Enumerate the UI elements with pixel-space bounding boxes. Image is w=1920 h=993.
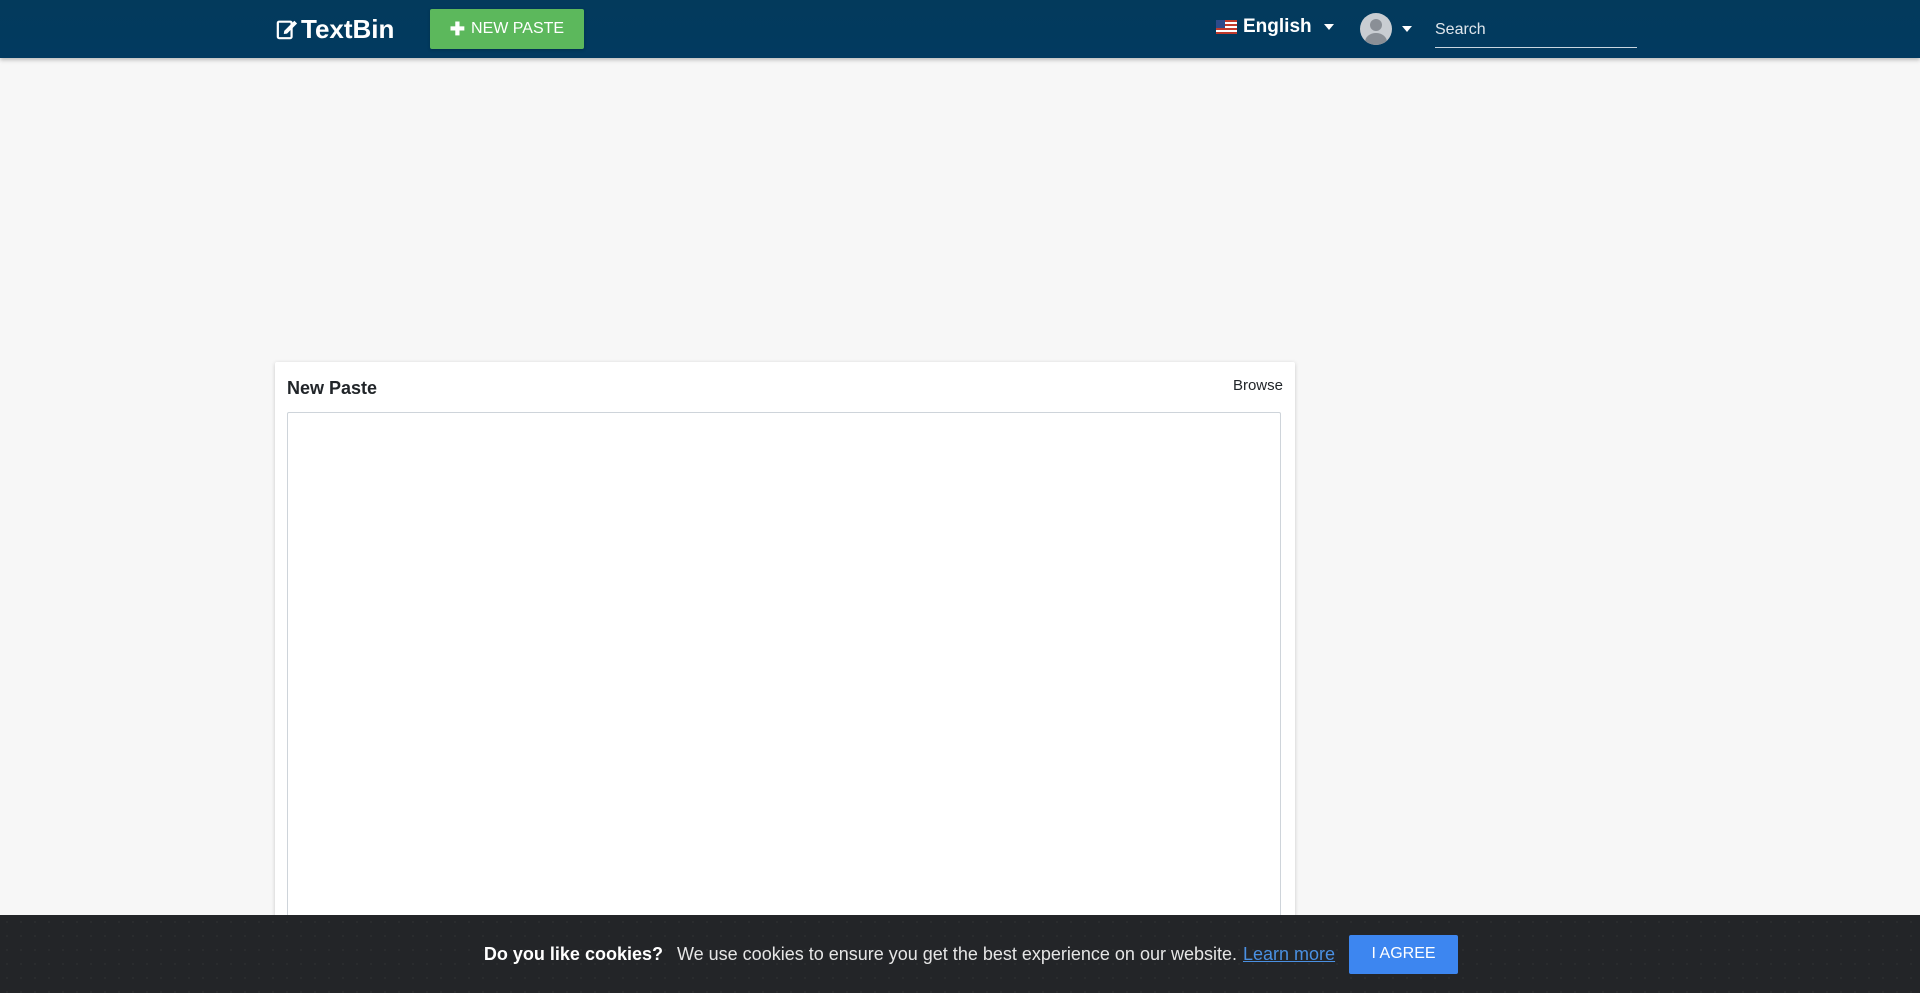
search-input[interactable] <box>1435 12 1637 48</box>
card-title: New Paste <box>287 378 378 398</box>
language-dropdown[interactable]: English <box>1216 14 1334 40</box>
avatar-icon <box>1360 13 1392 45</box>
brand-logo[interactable]: TextBin <box>276 14 394 44</box>
new-paste-card: New Paste Browse <box>275 362 1295 993</box>
paste-editor[interactable] <box>287 412 1281 993</box>
caret-down-icon <box>1323 24 1334 30</box>
plus-icon: ✚ <box>449 18 466 39</box>
new-paste-label: NEW PASTE <box>471 20 565 37</box>
edit-document-icon <box>276 20 298 40</box>
agree-button[interactable]: I AGREE <box>1349 934 1459 974</box>
cookie-banner: Do you like cookies? We use cookies to e… <box>0 915 1920 993</box>
language-label: English <box>1243 16 1312 37</box>
caret-down-icon <box>1402 26 1412 32</box>
learn-more-link[interactable]: Learn more <box>1243 944 1335 965</box>
user-menu[interactable] <box>1360 13 1412 45</box>
browse-link[interactable]: Browse <box>1233 377 1283 394</box>
new-paste-button[interactable]: ✚ NEW PASTE <box>430 9 584 49</box>
us-flag-icon <box>1216 20 1237 34</box>
brand-name: TextBin <box>301 13 395 44</box>
cookie-question: Do you like cookies? <box>483 943 663 964</box>
top-navbar: TextBin ✚ NEW PASTE English <box>0 0 1920 58</box>
cookie-message: We use cookies to ensure you get the bes… <box>676 943 1237 964</box>
